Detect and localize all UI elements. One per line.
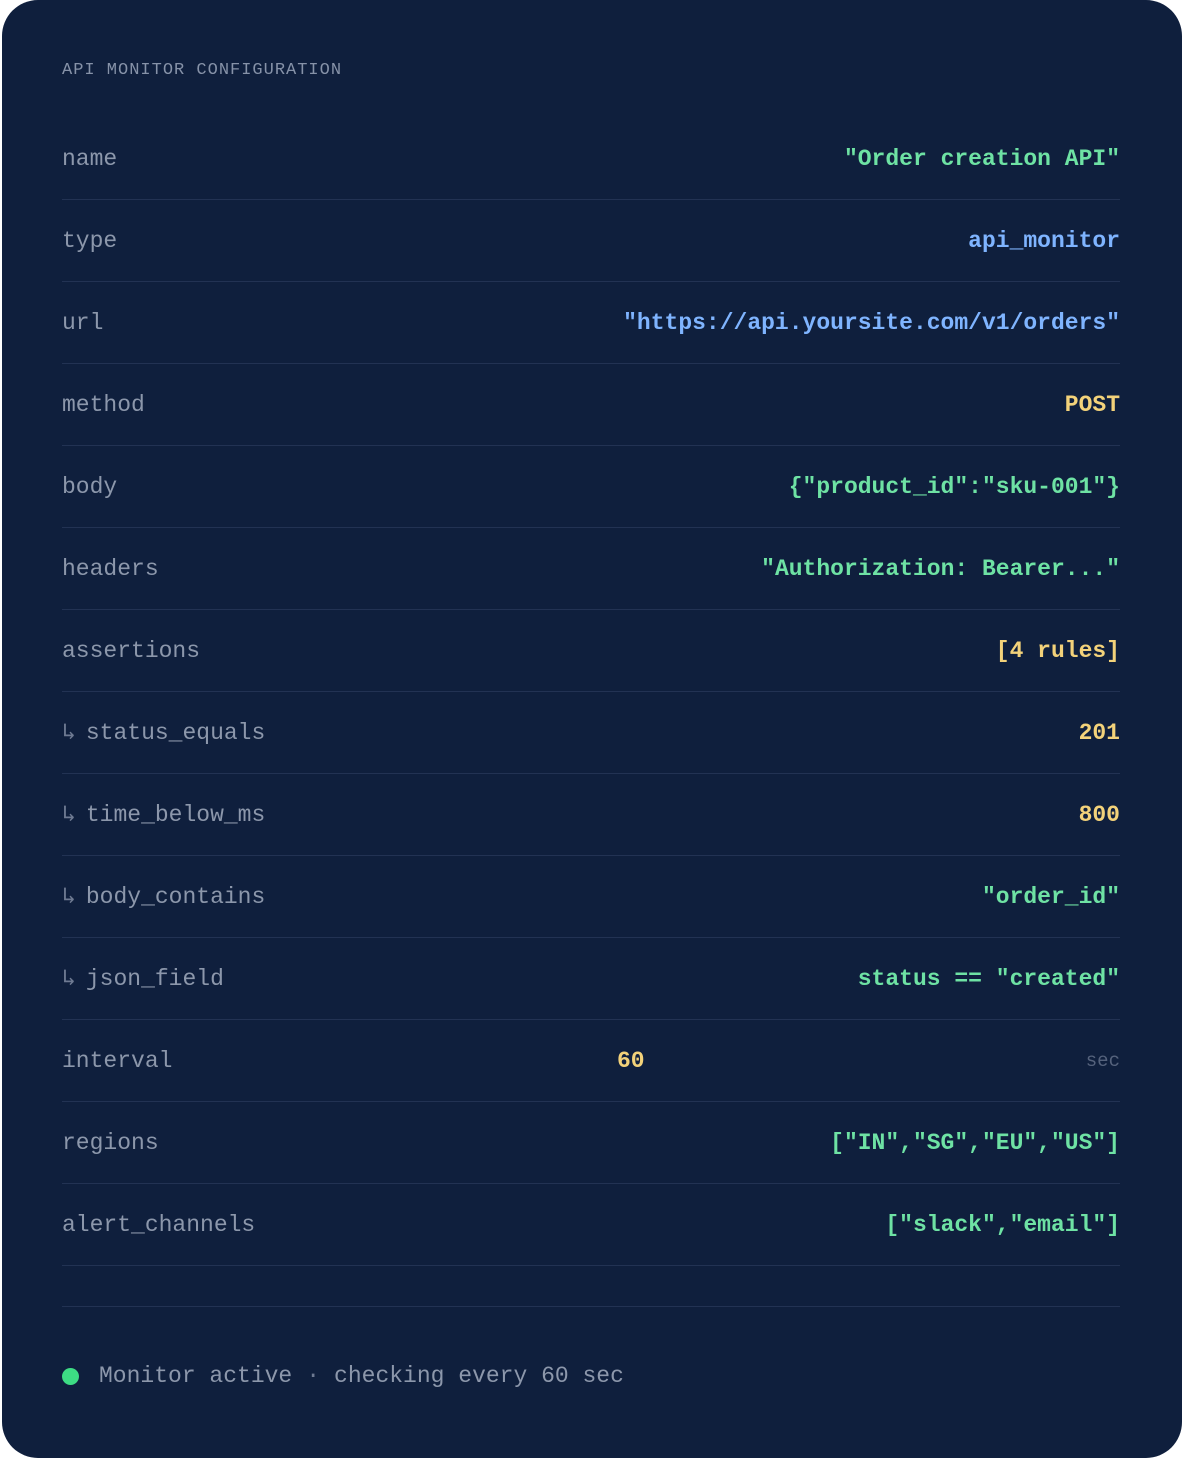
config-row-regions: regions ["IN","SG","EU","US"] bbox=[62, 1102, 1120, 1184]
config-row-method: method POST bbox=[62, 364, 1120, 446]
row-value: "https://api.yoursite.com/v1/orders" bbox=[623, 310, 1120, 336]
interval-value: 60 bbox=[617, 1048, 645, 1074]
row-key: body bbox=[62, 474, 118, 500]
row-value: [4 rules] bbox=[995, 638, 1120, 664]
sub-arrow-icon: ↳ bbox=[62, 884, 76, 910]
sub-arrow-icon: ↳ bbox=[62, 802, 76, 828]
monitor-config-panel: API MONITOR CONFIGURATION name "Order cr… bbox=[2, 0, 1182, 1458]
row-key-wrapper: ↳ body_contains bbox=[62, 856, 265, 938]
divider bbox=[62, 1266, 1120, 1307]
config-row-type: type api_monitor bbox=[62, 200, 1120, 282]
panel-title: API MONITOR CONFIGURATION bbox=[62, 61, 343, 80]
row-value: POST bbox=[1064, 392, 1120, 418]
config-row-url: url "https://api.yoursite.com/v1/orders" bbox=[62, 282, 1120, 364]
config-row-name: name "Order creation API" bbox=[62, 118, 1120, 200]
row-key-wrapper: ↳ json_field bbox=[62, 938, 224, 1020]
config-row-json-field: ↳ json_field status == "created" bbox=[62, 938, 1120, 1020]
config-row-assertions: assertions [4 rules] bbox=[62, 610, 1120, 692]
row-value: ["slack","email"] bbox=[885, 1212, 1120, 1238]
row-value: "order_id" bbox=[981, 884, 1120, 910]
row-key: assertions bbox=[62, 638, 201, 664]
row-value: status == "created" bbox=[857, 966, 1120, 992]
row-key: status_equals bbox=[85, 720, 266, 746]
row-value: "Authorization: Bearer..." bbox=[761, 556, 1120, 582]
status-dot-icon bbox=[62, 1367, 79, 1385]
row-key: url bbox=[62, 310, 104, 336]
row-key: time_below_ms bbox=[85, 802, 266, 828]
config-rows: name "Order creation API" type api_monit… bbox=[62, 118, 1120, 1307]
sub-arrow-icon: ↳ bbox=[62, 720, 76, 746]
row-key: method bbox=[62, 392, 145, 418]
config-row-body-contains: ↳ body_contains "order_id" bbox=[62, 856, 1120, 938]
row-key: headers bbox=[62, 556, 159, 582]
status-text: Monitor active bbox=[99, 1363, 293, 1389]
row-key: regions bbox=[62, 1130, 159, 1156]
config-row-headers: headers "Authorization: Bearer..." bbox=[62, 528, 1120, 610]
row-value: api_monitor bbox=[968, 228, 1120, 254]
row-key: json_field bbox=[85, 966, 224, 992]
status-detail: checking every 60 sec bbox=[334, 1363, 624, 1389]
row-key: name bbox=[62, 146, 118, 172]
config-row-interval: interval 60 sec bbox=[62, 1020, 1120, 1102]
row-value: ["IN","SG","EU","US"] bbox=[830, 1130, 1120, 1156]
sub-arrow-icon: ↳ bbox=[62, 966, 76, 992]
row-key-wrapper: ↳ status_equals bbox=[62, 692, 265, 774]
row-value: 800 bbox=[1078, 802, 1120, 828]
row-key: body_contains bbox=[85, 884, 266, 910]
config-row-time-below-ms: ↳ time_below_ms 800 bbox=[62, 774, 1120, 856]
row-value: 201 bbox=[1078, 720, 1120, 746]
status-separator: · bbox=[306, 1363, 321, 1389]
config-row-status-equals: ↳ status_equals 201 bbox=[62, 692, 1120, 774]
row-value: "Order creation API" bbox=[843, 146, 1120, 172]
row-key-wrapper: ↳ time_below_ms bbox=[62, 774, 265, 856]
row-key: alert_channels bbox=[62, 1212, 256, 1238]
monitor-status: Monitor active · checking every 60 sec bbox=[62, 1358, 624, 1394]
config-row-body: body {"product_id":"sku-001"} bbox=[62, 446, 1120, 528]
row-key: interval bbox=[62, 1048, 173, 1074]
row-key: type bbox=[62, 228, 118, 254]
config-row-alert-channels: alert_channels ["slack","email"] bbox=[62, 1184, 1120, 1266]
interval-unit: sec bbox=[1085, 1050, 1120, 1072]
row-value: {"product_id":"sku-001"} bbox=[788, 474, 1120, 500]
